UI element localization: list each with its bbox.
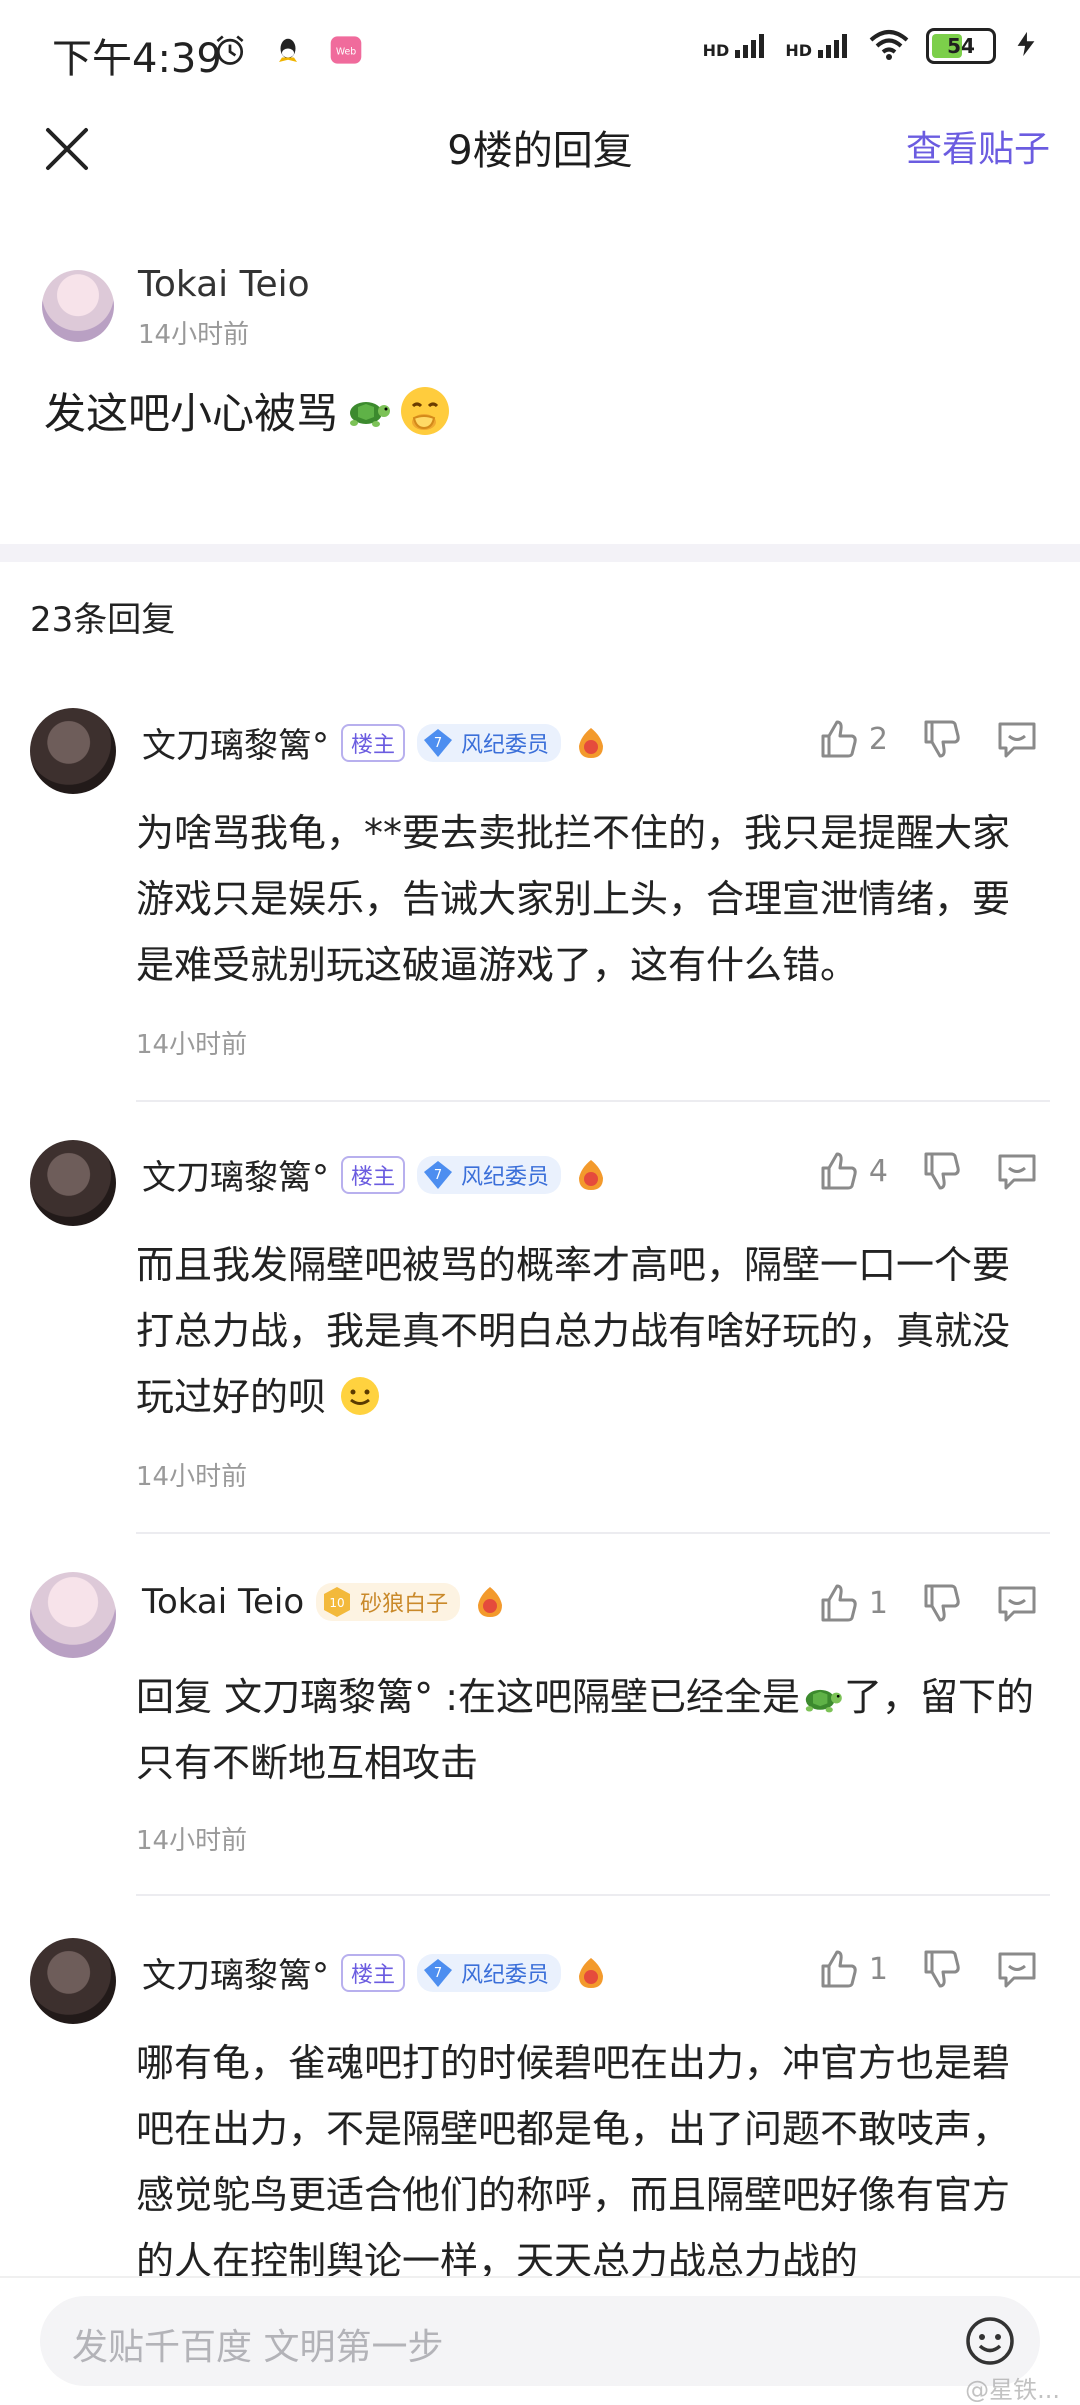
level-badge: 7 风纪委员 (417, 1953, 562, 1992)
reply-author[interactable]: 文刀璃黎篱° (142, 718, 329, 767)
reply-author[interactable]: Tokai Teio (142, 1582, 304, 1622)
divider (136, 1532, 1050, 1534)
svg-text:7: 7 (434, 1966, 442, 1981)
dislike-button[interactable] (918, 1148, 964, 1194)
owner-badge: 楼主 (341, 1953, 406, 1992)
comment-icon (998, 1154, 1036, 1190)
reply-author[interactable]: 文刀璃黎篱° (142, 1948, 329, 1997)
view-post-link[interactable]: 查看贴子 (906, 120, 1050, 172)
thumb-up-icon (821, 720, 857, 758)
comment-icon (998, 722, 1036, 758)
level-badge: 7 风纪委员 (417, 723, 562, 762)
fire-badge-icon (573, 1956, 609, 1990)
turtle-emoji-icon (344, 391, 392, 431)
comment-button[interactable] (994, 716, 1040, 762)
fire-badge-icon (573, 1158, 609, 1192)
battery-icon: 54 (926, 28, 996, 64)
post-author[interactable]: Tokai Teio (138, 264, 310, 305)
reply-input-placeholder: 发贴千百度 文明第一步 (72, 2327, 444, 2368)
smile-emoji-icon (341, 1377, 380, 1415)
comment-icon (998, 1586, 1036, 1622)
thumb-down-icon (924, 1152, 960, 1190)
reply-text: 为啥骂我龟，**要去卖批拦不住的，我只是提醒大家游戏只是娱乐，告诫大家别上头，合… (136, 811, 1011, 987)
charging-icon (1012, 30, 1040, 62)
avatar[interactable] (30, 708, 116, 794)
reply-time: 14小时前 (136, 1826, 248, 1856)
avatar[interactable] (42, 270, 114, 342)
reply-time: 14小时前 (136, 1030, 248, 1060)
reply-input[interactable]: 发贴千百度 文明第一步 (40, 2296, 1040, 2386)
thumb-down-icon (924, 1950, 960, 1988)
avatar[interactable] (30, 1572, 116, 1658)
dislike-button[interactable] (918, 1946, 964, 1992)
thumb-down-icon (924, 1584, 960, 1622)
reply-text: 而且我发隔壁吧被骂的概率才高吧，隔壁一口一个要打总力战，我是真不明白总力战有啥好… (136, 1243, 1011, 1419)
svg-text:7: 7 (434, 736, 442, 751)
post-time: 14小时前 (138, 320, 250, 350)
fire-badge-icon (472, 1585, 508, 1619)
owner-badge: 楼主 (341, 1155, 406, 1194)
giggle-emoji-icon (398, 384, 452, 438)
level-badge: 10 砂狼白子 (316, 1583, 461, 1621)
bottom-bar: 发贴千百度 文明第一步 @星铁... (0, 2276, 1080, 2404)
comment-button[interactable] (994, 1148, 1040, 1194)
owner-badge: 楼主 (341, 723, 406, 762)
post-text: 发这吧小心被骂 (44, 389, 339, 438)
post-content: 发这吧小心被骂 (44, 380, 452, 441)
reply-text: 回复 文刀璃黎篱° :在这吧隔壁已经全是 了，留下的只有不断地互相攻击 (136, 1675, 1035, 1785)
svg-text:10: 10 (330, 1596, 345, 1610)
signal-icon: HD (703, 32, 770, 60)
comment-icon (998, 1952, 1036, 1988)
thumb-up-icon (821, 1152, 857, 1190)
qq-icon (268, 30, 308, 70)
alarm-icon (210, 30, 250, 70)
reply-author[interactable]: 文刀璃黎篱° (142, 1150, 329, 1199)
level-badge: 7 风纪委员 (417, 1155, 562, 1194)
fire-badge-icon (573, 726, 609, 760)
like-button[interactable]: 4 (815, 1148, 888, 1194)
like-button[interactable]: 2 (815, 716, 888, 762)
svg-text:Web: Web (336, 46, 356, 57)
comment-button[interactable] (994, 1580, 1040, 1626)
comment-button[interactable] (994, 1946, 1040, 1992)
signal-icon-2: HD (785, 32, 852, 60)
like-button[interactable]: 1 (815, 1580, 888, 1626)
like-button[interactable]: 1 (815, 1946, 888, 1992)
reply-text: 哪有龟，雀魂吧打的时候碧吧在出力，冲官方也是碧吧在出力，不是隔壁吧都是龟，出了问… (136, 2041, 1011, 2283)
top-bar: 9楼的回复 查看贴子 (0, 100, 1080, 200)
turtle-emoji-icon (805, 1689, 842, 1713)
dislike-button[interactable] (918, 1580, 964, 1626)
section-divider (0, 544, 1080, 562)
thumb-down-icon (924, 720, 960, 758)
divider (136, 1894, 1050, 1896)
divider (136, 1100, 1050, 1102)
avatar[interactable] (30, 1938, 116, 2024)
app-icon: Web (326, 30, 366, 70)
status-bar: 下午4:39 Web HD HD 54 (0, 0, 1080, 100)
dislike-button[interactable] (918, 716, 964, 762)
svg-text:7: 7 (434, 1168, 442, 1183)
status-time: 下午4:39 (52, 36, 222, 82)
wifi-icon (868, 28, 910, 64)
emoji-picker-icon[interactable] (962, 2313, 1018, 2369)
mention-link[interactable]: 文刀璃黎篱° (224, 1675, 433, 1719)
thumb-up-icon (821, 1950, 857, 1988)
reply-count: 23条回复 (30, 600, 176, 640)
thumb-up-icon (821, 1584, 857, 1622)
reply-time: 14小时前 (136, 1462, 248, 1492)
avatar[interactable] (30, 1140, 116, 1226)
